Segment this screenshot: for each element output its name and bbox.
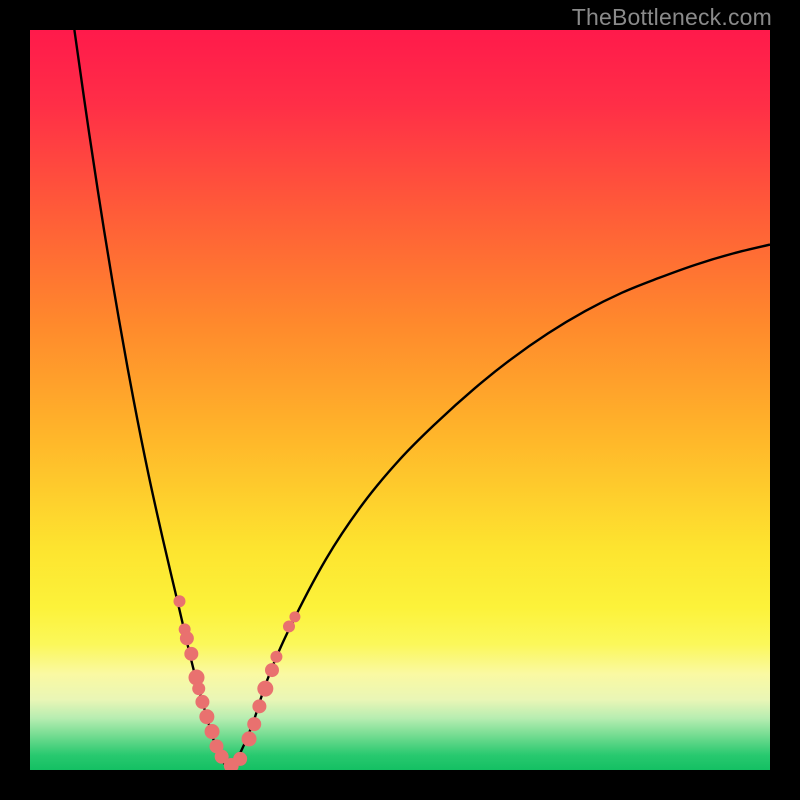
chart-frame: TheBottleneck.com bbox=[0, 0, 800, 800]
highlighted-points bbox=[173, 595, 300, 770]
data-point bbox=[205, 724, 220, 739]
data-point bbox=[252, 699, 266, 713]
curve-layer bbox=[30, 30, 770, 770]
data-point bbox=[199, 709, 214, 724]
curve-right-branch bbox=[230, 245, 770, 768]
data-point bbox=[270, 651, 282, 663]
data-point bbox=[233, 752, 247, 766]
data-point bbox=[180, 631, 194, 645]
data-point bbox=[184, 647, 198, 661]
data-point bbox=[289, 611, 300, 622]
data-point bbox=[242, 731, 257, 746]
data-point bbox=[257, 681, 273, 697]
plot-area bbox=[30, 30, 770, 770]
data-point bbox=[247, 717, 261, 731]
data-point bbox=[173, 595, 185, 607]
data-point bbox=[192, 682, 205, 695]
data-point bbox=[195, 695, 209, 709]
data-point bbox=[283, 620, 295, 632]
watermark-text: TheBottleneck.com bbox=[572, 4, 772, 31]
data-point bbox=[265, 663, 279, 677]
curve-left-branch bbox=[74, 30, 229, 768]
